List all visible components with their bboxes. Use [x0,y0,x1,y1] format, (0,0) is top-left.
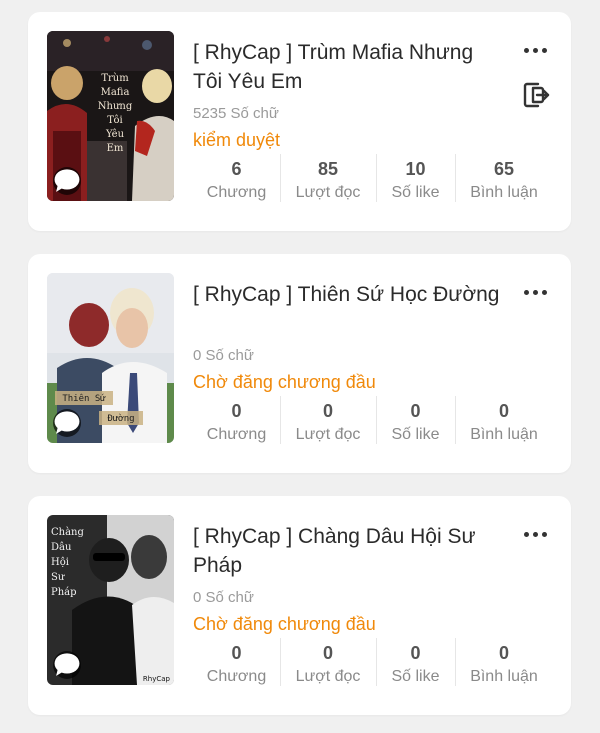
cover-title-line: Chàng [51,527,84,538]
stat-chapters: 0 Chương [206,401,267,443]
cover-title-line: Yêu [105,129,125,140]
cover-title-line: Tôi [107,115,123,126]
story-stats: 0 Chương 0 Lượt đọc 0 Số like 0 Bình luận [193,636,553,688]
cover-title-line: Hội [51,557,69,568]
stat-comments: 0 Bình luận [470,643,538,685]
stat-likes: 0 Số like [391,643,440,685]
stat-chapters: 6 Chương [206,159,267,201]
stat-chapters: 0 Chương [206,643,267,685]
word-count: 0 Số chữ [193,347,254,364]
cover-title-line: Nhưng [98,101,133,112]
cover-title-line: Mafia [101,87,130,98]
story-card[interactable]: Chàng Dâu Hội Sư Pháp RhyCap [ RhyCap ] … [28,496,571,715]
story-cover[interactable]: Thiên Sứ Đường [47,273,174,443]
story-card[interactable]: Thiên Sứ Đường [ RhyCap ] Thiên Sứ Học Đ… [28,254,571,473]
story-title[interactable]: [ RhyCap ] Chàng Dâu Hội Sư Pháp [193,522,503,580]
more-options-icon[interactable] [518,524,552,544]
cover-signature: RhyCap [143,675,171,683]
more-options-icon[interactable] [518,282,552,302]
cover-title-line: Dâu [51,542,72,553]
more-options-icon[interactable] [518,40,552,60]
story-stats: 0 Chương 0 Lượt đọc 0 Số like 0 Bình luận [193,394,553,446]
comment-bubble-icon [53,651,81,679]
exit-icon[interactable] [521,80,551,110]
stat-comments: 65 Bình luận [470,159,538,201]
story-stats: 6 Chương 85 Lượt đọc 10 Số like 65 Bình luận [193,152,553,204]
stat-reads: 0 Lượt đọc [295,401,361,443]
comment-bubble-icon [53,409,81,437]
story-cover[interactable]: Chàng Dâu Hội Sư Pháp RhyCap [47,515,174,685]
story-status: Chờ đăng chương đầu [193,614,376,634]
cover-title-line: Trùm [101,73,129,84]
story-cover[interactable]: Trùm Mafia Nhưng Tôi Yêu Em [47,31,174,201]
word-count: 5235 Số chữ [193,105,279,122]
stat-reads: 0 Lượt đọc [295,643,361,685]
stat-comments: 0 Bình luận [470,401,538,443]
stat-likes: 10 Số like [391,159,440,201]
cover-title-line: Em [107,143,124,154]
comment-bubble-icon [53,167,81,195]
cover-title-line: Đường [107,413,134,424]
story-status: Chờ đăng chương đầu [193,372,376,392]
stat-likes: 0 Số like [391,401,440,443]
stat-reads: 85 Lượt đọc [295,159,361,201]
story-title[interactable]: [ RhyCap ] Trùm Mafia Nhưng Tôi Yêu Em [193,38,503,96]
word-count: 0 Số chữ [193,589,254,606]
story-status: kiểm duyệt [193,130,281,150]
story-title[interactable]: [ RhyCap ] Thiên Sứ Học Đường [193,280,503,309]
story-card[interactable]: Trùm Mafia Nhưng Tôi Yêu Em [ RhyCap ] T… [28,12,571,231]
story-list: Trùm Mafia Nhưng Tôi Yêu Em [ RhyCap ] T… [0,0,600,733]
